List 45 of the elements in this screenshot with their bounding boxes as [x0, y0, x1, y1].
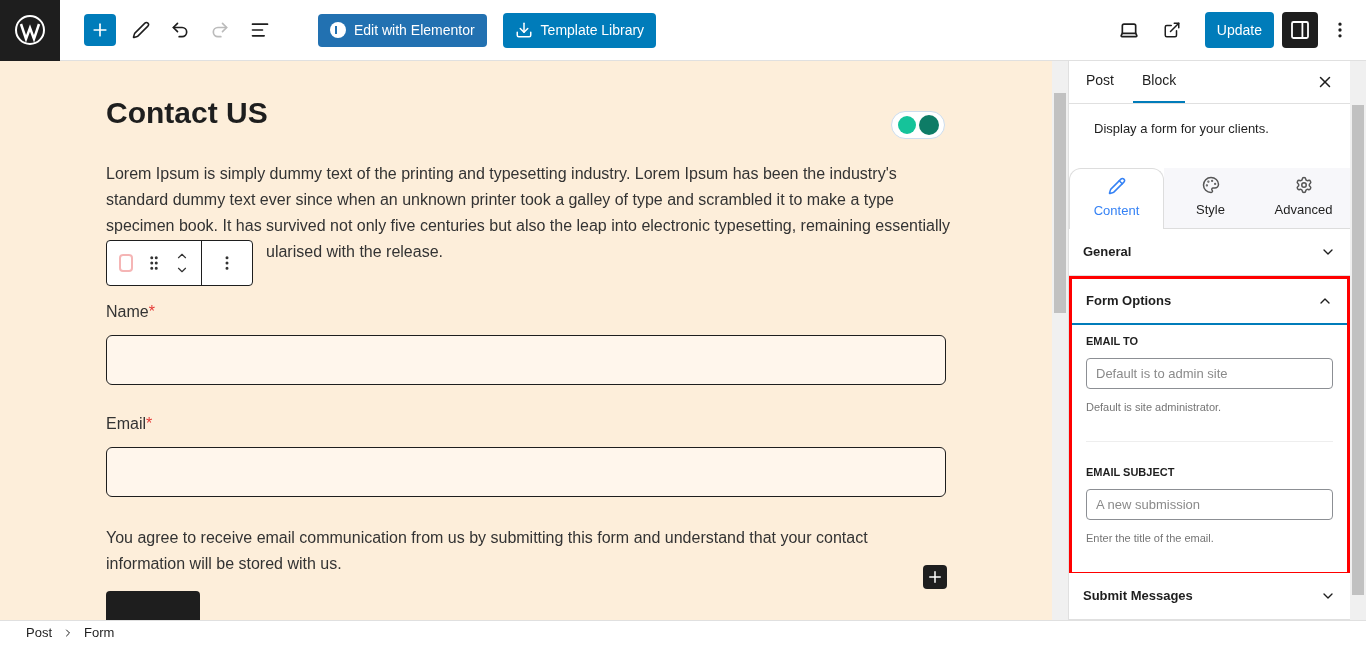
section-header[interactable]: Form Options [1072, 279, 1347, 325]
field-label: Email* [106, 414, 153, 434]
block-description: Display a form for your clients. [1094, 119, 1269, 138]
text-input[interactable]: A new submission [1086, 488, 1333, 520]
update-button[interactable]: Update [1204, 12, 1274, 48]
pencil-icon [1107, 177, 1126, 196]
gear-icon [1294, 176, 1313, 195]
field-label: Name* [106, 302, 155, 322]
panel-tab[interactable]: Style [1164, 168, 1257, 229]
list-view-icon[interactable] [250, 20, 270, 40]
consent-text: information will be stored with us. [106, 554, 342, 574]
section-header[interactable]: General [1069, 229, 1350, 275]
pen-icon[interactable] [132, 21, 150, 39]
plus-icon [926, 568, 944, 586]
template-library-button[interactable]: Template Library [502, 12, 657, 48]
breadcrumb-link[interactable]: Form [84, 623, 115, 643]
panel-tab[interactable]: Advanced [1257, 168, 1350, 229]
help-text: Default is site administrator. [1086, 399, 1222, 415]
help-text: Enter the title of the email. [1086, 530, 1214, 546]
section-header[interactable]: Submit Messages [1069, 573, 1350, 619]
paragraph-line: Lorem Ipsum is simply dummy text of the printing and typesetting industry. Lorem Ipsum has been the industry's [106, 164, 897, 184]
breadcrumb-link[interactable]: Post [26, 623, 52, 643]
sidebar-tab[interactable]: Block [1133, 61, 1186, 103]
paragraph-line: ularised with the release. [266, 242, 443, 262]
laptop-icon[interactable] [1118, 20, 1139, 40]
page-title: Contact US [106, 95, 268, 131]
add-block-button[interactable] [923, 565, 947, 589]
palette-icon [1201, 176, 1220, 195]
undo-icon[interactable] [170, 20, 190, 40]
paragraph-line: specimen book. It has survived not only five centuries but also the leap into electronic typesetting, remaining essentially [106, 216, 950, 236]
field-label: EMAIL SUBJECT [1086, 465, 1175, 480]
elementor-icon [330, 22, 346, 38]
edit-with-elementor-button[interactable]: Edit with Elementor [318, 13, 487, 47]
consent-text: You agree to receive email communication from us by submitting this form and understand that your contact [106, 528, 868, 548]
text-input[interactable]: Default is to admin site [1086, 357, 1333, 389]
external-link-icon[interactable] [1162, 21, 1181, 39]
grammarly-widget[interactable] [891, 111, 945, 139]
wordpress-logo[interactable] [0, 0, 60, 61]
field-label: EMAIL TO [1086, 334, 1139, 349]
panel-tab[interactable]: Content [1069, 168, 1164, 229]
sidebar-icon [1290, 20, 1310, 40]
sidebar-toggle-button[interactable] [1282, 12, 1318, 48]
paragraph-line: standard dummy text ever since when an unknown printer took a galley of type and scrambled it to make a type [106, 190, 894, 210]
sidebar-tab[interactable]: Post [1077, 61, 1123, 103]
download-icon [514, 21, 533, 39]
